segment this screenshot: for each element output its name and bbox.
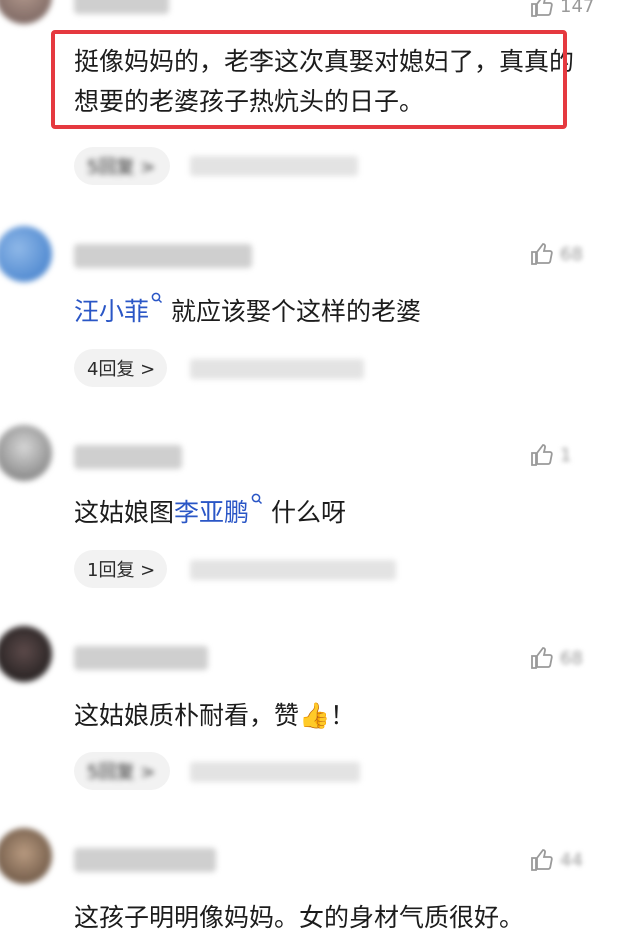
reply-label: 4回复 > bbox=[87, 359, 156, 380]
search-mention-icon bbox=[251, 493, 263, 505]
reply-label: 1回复 > bbox=[87, 560, 156, 581]
thumbs-up-icon bbox=[531, 243, 553, 265]
like-button[interactable]: 68 bbox=[530, 242, 583, 266]
avatar[interactable] bbox=[0, 828, 52, 884]
comment-text-main: 这孩子明明像妈妈。女的身材气质很好。 bbox=[74, 903, 525, 932]
username[interactable] bbox=[74, 646, 208, 670]
reply-button[interactable]: 5回复 > bbox=[74, 752, 170, 790]
comment-text-main: 这姑娘质朴耐看，赞 bbox=[74, 701, 300, 730]
like-button[interactable]: 1 bbox=[530, 443, 571, 467]
comment-text-after: 什么呀 bbox=[270, 498, 346, 527]
like-count: 147 bbox=[560, 0, 595, 17]
mention-name: 汪小菲 bbox=[74, 297, 150, 326]
thumbs-up-icon bbox=[531, 849, 553, 871]
username[interactable] bbox=[74, 244, 252, 268]
mention-link[interactable]: 李亚鹏 bbox=[174, 493, 263, 527]
mention-link[interactable]: 汪小菲 bbox=[74, 292, 163, 326]
mention-name: 李亚鹏 bbox=[174, 498, 250, 527]
reply-button[interactable]: 1回复 > bbox=[74, 550, 168, 588]
username[interactable] bbox=[74, 445, 182, 469]
thumbs-up-icon bbox=[531, 0, 553, 17]
like-button[interactable]: 68 bbox=[530, 646, 583, 670]
comment-text: 这姑娘图李亚鹏 什么呀 bbox=[74, 493, 346, 533]
comment-meta bbox=[190, 156, 358, 176]
thumbs-up-icon bbox=[531, 444, 553, 466]
comment-text: 汪小菲 就应该娶个这样的老婆 bbox=[74, 292, 421, 332]
username[interactable] bbox=[74, 848, 216, 872]
comment-meta bbox=[190, 762, 360, 782]
avatar[interactable] bbox=[0, 626, 52, 682]
like-count: 44 bbox=[560, 849, 583, 871]
comment-meta bbox=[190, 560, 396, 580]
comment-5: 44 这孩子明明像妈妈。女的身材气质很好。 bbox=[0, 828, 641, 951]
thumbs-up-emoji: 👍 bbox=[299, 701, 331, 730]
highlight-box bbox=[51, 30, 567, 129]
reply-button[interactable]: 5回复 > bbox=[74, 147, 170, 185]
comment-2: 68 汪小菲 就应该娶个这样的老婆 4回复 > bbox=[0, 222, 641, 407]
avatar[interactable] bbox=[0, 425, 52, 481]
comment-4: 68 这姑娘质朴耐看，赞👍！ 5回复 > bbox=[0, 626, 641, 811]
like-count: 1 bbox=[560, 444, 572, 466]
reply-button[interactable]: 4回复 > bbox=[74, 349, 168, 387]
like-button[interactable]: 44 bbox=[530, 848, 583, 872]
like-count: 68 bbox=[560, 647, 583, 669]
like-button[interactable]: 147 bbox=[530, 0, 594, 18]
reply-label: 5回复 > bbox=[87, 762, 156, 783]
avatar[interactable] bbox=[0, 226, 52, 282]
comment-3: 1 这姑娘图李亚鹏 什么呀 1回复 > bbox=[0, 425, 641, 610]
reply-label: 5回复 > bbox=[87, 157, 156, 178]
comment-text: 这孩子明明像妈妈。女的身材气质很好。 bbox=[74, 898, 524, 938]
like-count: 68 bbox=[560, 243, 583, 265]
comment-text-before: 这姑娘图 bbox=[74, 498, 175, 527]
thumbs-up-icon bbox=[531, 647, 553, 669]
avatar[interactable] bbox=[0, 0, 52, 24]
comment-text-end: ！ bbox=[330, 701, 356, 730]
search-mention-icon bbox=[151, 292, 163, 304]
comment-text-after: 就应该娶个这样的老婆 bbox=[170, 297, 421, 326]
comment-meta bbox=[190, 359, 364, 379]
username[interactable] bbox=[74, 0, 169, 14]
comment-text: 这姑娘质朴耐看，赞👍！ bbox=[74, 696, 355, 736]
comment-1: 147 挺像妈妈的，老李这次真娶对媳妇了，真真的 想要的老婆孩子热炕头的日子。 … bbox=[0, 0, 641, 200]
